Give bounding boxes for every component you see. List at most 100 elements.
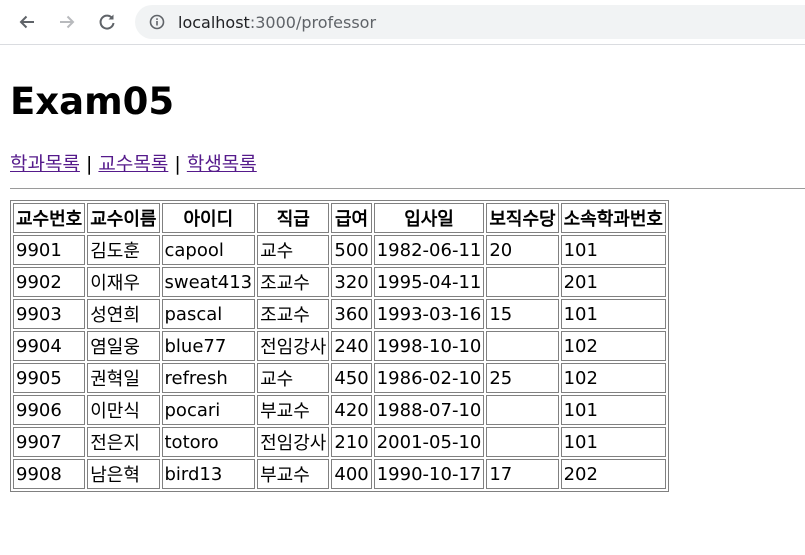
table-cell: 202 — [560, 459, 666, 489]
divider — [10, 188, 805, 189]
table-cell — [486, 395, 559, 425]
table-cell: 부교수 — [257, 459, 330, 489]
table-cell: totoro — [161, 427, 256, 457]
table-cell: 102 — [560, 331, 666, 361]
table-row: 9904 염일웅 blue77 전임강사 240 1998-10-10 102 — [13, 331, 666, 361]
table-cell: 1988-07-10 — [373, 395, 485, 425]
table-cell: 염일웅 — [87, 331, 160, 361]
page-title: Exam05 — [10, 80, 175, 123]
column-header: 직급 — [257, 203, 330, 233]
table-cell: 김도훈 — [87, 235, 160, 265]
table-cell: 420 — [331, 395, 372, 425]
url-text: localhost:3000/professor — [178, 13, 376, 32]
table-row: 9906 이만식 pocari 부교수 420 1988-07-10 101 — [13, 395, 666, 425]
url-host: localhost — [178, 12, 250, 32]
table-cell: 조교수 — [257, 267, 330, 297]
table-cell: 450 — [331, 363, 372, 393]
table-cell: 교수 — [257, 235, 330, 265]
table-cell: 9906 — [13, 395, 86, 425]
reload-icon — [99, 14, 115, 30]
table-cell: 9905 — [13, 363, 86, 393]
link-student-list[interactable]: 학생목록 — [187, 153, 257, 175]
table-cell — [486, 331, 559, 361]
table-cell: sweat413 — [161, 267, 256, 297]
forward-arrow-icon — [60, 15, 75, 29]
browser-toolbar: localhost:3000/professor — [0, 0, 805, 45]
table-cell: 360 — [331, 299, 372, 329]
table-cell: 20 — [486, 235, 559, 265]
table-cell: 101 — [560, 427, 666, 457]
table-cell: blue77 — [161, 331, 256, 361]
link-department-list[interactable]: 학과목록 — [10, 153, 80, 175]
table-cell: 2001-05-10 — [373, 427, 485, 457]
column-header: 교수번호 — [13, 203, 86, 233]
column-header: 보직수당 — [486, 203, 559, 233]
table-cell: 17 — [486, 459, 559, 489]
table-cell: 조교수 — [257, 299, 330, 329]
table-cell: refresh — [161, 363, 256, 393]
table-cell: 1982-06-11 — [373, 235, 485, 265]
table-cell: 9901 — [13, 235, 86, 265]
table-cell: 1998-10-10 — [373, 331, 485, 361]
table-cell: 권혁일 — [87, 363, 160, 393]
info-icon[interactable] — [149, 14, 165, 30]
table-cell: 전임강사 — [257, 427, 330, 457]
table-cell: 이만식 — [87, 395, 160, 425]
column-header: 급여 — [331, 203, 372, 233]
column-header: 입사일 — [373, 203, 485, 233]
table-header-row: 교수번호 교수이름 아이디 직급 급여 입사일 보직수당 소속학과번호 — [13, 203, 666, 233]
table-row: 9907 전은지 totoro 전임강사 210 2001-05-10 101 — [13, 427, 666, 457]
table-cell: 9908 — [13, 459, 86, 489]
table-cell — [486, 267, 559, 297]
back-button[interactable] — [13, 8, 41, 36]
table-cell: pocari — [161, 395, 256, 425]
back-arrow-icon — [19, 15, 34, 29]
column-header: 소속학과번호 — [560, 203, 666, 233]
table-cell: 1990-10-17 — [373, 459, 485, 489]
table-cell — [486, 427, 559, 457]
table-cell: 1993-03-16 — [373, 299, 485, 329]
table-row: 9903 성연희 pascal 조교수 360 1993-03-16 15 101 — [13, 299, 666, 329]
table-cell: 102 — [560, 363, 666, 393]
table-row: 9905 권혁일 refresh 교수 450 1986-02-10 25 102 — [13, 363, 666, 393]
forward-button[interactable] — [53, 8, 81, 36]
table-cell: 남은혁 — [87, 459, 160, 489]
column-header: 교수이름 — [87, 203, 160, 233]
table-cell: 교수 — [257, 363, 330, 393]
table-cell: 9903 — [13, 299, 86, 329]
table-cell: capool — [161, 235, 256, 265]
table-cell: 240 — [331, 331, 372, 361]
table-cell: 9904 — [13, 331, 86, 361]
table-cell: 성연희 — [87, 299, 160, 329]
table-cell: 201 — [560, 267, 666, 297]
table-row: 9908 남은혁 bird13 부교수 400 1990-10-17 17 202 — [13, 459, 666, 489]
table-cell: 210 — [331, 427, 372, 457]
professor-table: 교수번호 교수이름 아이디 직급 급여 입사일 보직수당 소속학과번호 9901… — [10, 200, 669, 492]
table-cell: 400 — [331, 459, 372, 489]
table-cell: 전임강사 — [257, 331, 330, 361]
table-cell: 25 — [486, 363, 559, 393]
link-professor-list[interactable]: 교수목록 — [98, 153, 168, 175]
address-bar[interactable]: localhost:3000/professor — [135, 5, 805, 39]
table-cell: 101 — [560, 395, 666, 425]
table-cell: 이재우 — [87, 267, 160, 297]
table-cell: 15 — [486, 299, 559, 329]
reload-button[interactable] — [93, 8, 121, 36]
table-cell: 부교수 — [257, 395, 330, 425]
column-header: 아이디 — [161, 203, 256, 233]
table-cell: 9902 — [13, 267, 86, 297]
table-cell: 9907 — [13, 427, 86, 457]
page-content: Exam05 학과목록 | 교수목록 | 학생목록 교수번호 교수이름 아이디 … — [0, 80, 805, 492]
link-separator: | — [85, 153, 93, 175]
url-path: :3000/professor — [249, 12, 377, 32]
table-cell: 1986-02-10 — [373, 363, 485, 393]
link-separator: | — [174, 153, 181, 175]
table-cell: 전은지 — [87, 427, 160, 457]
table-cell: 101 — [560, 299, 666, 329]
table-cell: pascal — [161, 299, 256, 329]
table-cell: 1995-04-11 — [373, 267, 485, 297]
table-cell: bird13 — [161, 459, 256, 489]
nav-links: 학과목록 | 교수목록 | 학생목록 — [10, 150, 805, 178]
table-body: 9901 김도훈 capool 교수 500 1982-06-11 20 101 9902 이재우… — [13, 235, 666, 489]
table-cell: 101 — [560, 235, 666, 265]
